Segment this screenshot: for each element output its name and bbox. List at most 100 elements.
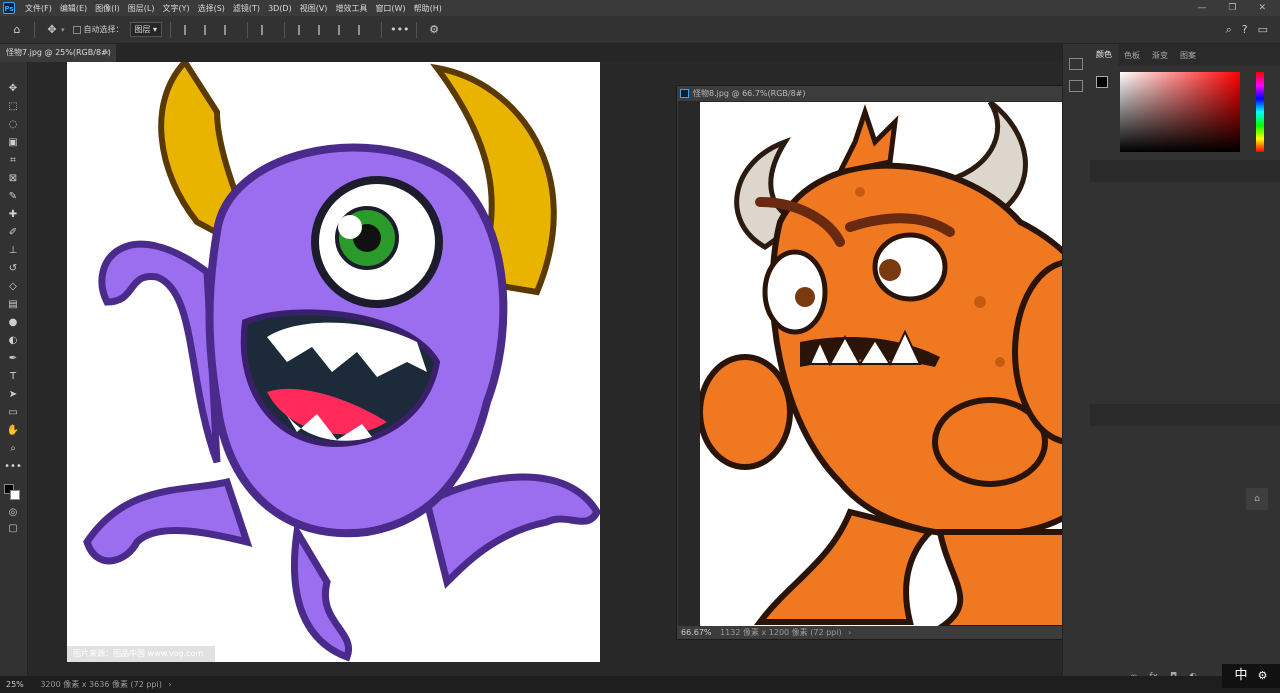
stamp-tool-icon[interactable]: ⊥: [4, 244, 22, 258]
menu-layer[interactable]: 图层(L): [124, 3, 159, 14]
tools-panel: ✥ ⬚ ◌ ▣ ⌗ ⊠ ✎ ✚ ✐ ⊥ ↺ ◇ ▤ ● ◐ ✒ T ➤ ▭ ✋ …: [0, 62, 28, 676]
screen-mode-icon[interactable]: ▢: [4, 522, 22, 536]
document-tab[interactable]: 怪物7.jpg @ 25%(RGB/8#) ×: [0, 44, 116, 62]
divider: [416, 21, 418, 38]
type-tool-icon[interactable]: T: [4, 370, 22, 384]
tab-patterns[interactable]: 图案: [1174, 50, 1202, 61]
hand-tool-icon[interactable]: ✋: [4, 424, 22, 438]
path-select-icon[interactable]: ➤: [4, 388, 22, 402]
move-tool-icon[interactable]: ✥: [4, 82, 22, 96]
align-center-icon[interactable]: [204, 24, 214, 35]
help-icon[interactable]: ?: [1242, 23, 1248, 37]
ime-indicator[interactable]: 中 ⚙: [1222, 664, 1280, 688]
spot: [855, 187, 865, 197]
object-select-tool-icon[interactable]: ▣: [4, 136, 22, 150]
background-color-swatch[interactable]: [10, 490, 20, 500]
history-panel-icon[interactable]: [1069, 58, 1083, 70]
menu-3d[interactable]: 3D(D): [264, 4, 296, 13]
document-canvas-1[interactable]: 图片来源：图品中国 www.vog.com: [67, 62, 600, 662]
close-tab-icon[interactable]: ×: [103, 44, 110, 62]
tab-swatches[interactable]: 色板: [1118, 50, 1146, 61]
hue-slider[interactable]: [1256, 72, 1264, 152]
lock-icon[interactable]: ⌂: [1246, 488, 1268, 510]
document-info: 3200 像素 x 3636 像素 (72 ppi): [40, 680, 162, 689]
divider: [381, 21, 383, 38]
more-tools-icon[interactable]: •••: [4, 460, 22, 474]
history-brush-icon[interactable]: ↺: [4, 262, 22, 276]
close-icon[interactable]: ✕: [1258, 3, 1266, 13]
marquee-tool-icon[interactable]: ⬚: [4, 100, 22, 114]
zoom-level[interactable]: 66.67%: [681, 628, 712, 637]
auto-select-value: 图层: [134, 25, 151, 34]
move-tool-icon[interactable]: ✥: [43, 23, 61, 36]
gear-icon[interactable]: ⚙: [1258, 669, 1268, 682]
frame-tool-icon[interactable]: ⊠: [4, 172, 22, 186]
menu-image[interactable]: 图像(I): [91, 3, 124, 14]
home-icon[interactable]: ⌂: [8, 23, 26, 36]
foreground-color-swatch[interactable]: [1096, 76, 1108, 88]
chevron-right-icon[interactable]: ›: [168, 680, 171, 689]
minimize-icon[interactable]: —: [1197, 3, 1206, 13]
color-field[interactable]: [1120, 72, 1240, 152]
chevron-right-icon[interactable]: ›: [848, 628, 851, 637]
divider: [170, 21, 172, 38]
dodge-tool-icon[interactable]: ◐: [4, 334, 22, 348]
search-icon[interactable]: ⌕: [1226, 23, 1232, 37]
restore-icon[interactable]: ❐: [1228, 3, 1236, 13]
healing-brush-icon[interactable]: ✚: [4, 208, 22, 222]
document-info: 1132 像素 x 1200 像素 (72 ppi): [720, 628, 842, 637]
lasso-tool-icon[interactable]: ◌: [4, 118, 22, 132]
eyedropper-tool-icon[interactable]: ✎: [4, 190, 22, 204]
menu-help[interactable]: 帮助(H): [410, 3, 446, 14]
auto-select-checkbox[interactable]: [72, 25, 81, 34]
more-options-icon[interactable]: •••: [390, 23, 409, 36]
document-tab-title: 怪物7.jpg @ 25%(RGB/8#): [6, 48, 111, 57]
zoom-level[interactable]: 25%: [6, 680, 24, 689]
tab-color[interactable]: 颜色: [1090, 44, 1118, 66]
head-spikes: [835, 104, 899, 176]
zoom-tool-icon[interactable]: ⌕: [4, 442, 22, 456]
rectangle-tool-icon[interactable]: ▭: [4, 406, 22, 420]
menu-filter[interactable]: 滤镜(T): [229, 3, 264, 14]
window-title: 怪物8.jpg @ 66.7%(RGB/8#): [693, 89, 806, 98]
align-top-icon[interactable]: [298, 24, 308, 35]
status-bar: 25% 3200 像素 x 3636 像素 (72 ppi) ›: [0, 676, 1280, 693]
left-fist: [700, 354, 793, 470]
brush-tool-icon[interactable]: ✐: [4, 226, 22, 240]
menu-view[interactable]: 视图(V): [296, 3, 332, 14]
gradient-tool-icon[interactable]: ▤: [4, 298, 22, 312]
panel-dock-strip: [1062, 44, 1090, 676]
gear-icon[interactable]: ⚙: [425, 23, 443, 36]
menu-plugins[interactable]: 增效工具: [331, 3, 371, 14]
align-left-icon[interactable]: [184, 24, 194, 35]
right-pupil: [879, 259, 901, 281]
distribute-vertical-icon[interactable]: [358, 24, 368, 35]
right-panels: 颜色 色板 渐变 图案 ⌂ ∞ fx ◘ ◐: [1090, 44, 1280, 682]
auto-select-label: 自动选择：: [83, 25, 124, 34]
ime-mode: 中: [1234, 668, 1248, 683]
auto-select-dropdown[interactable]: 图层 ▾: [129, 22, 163, 37]
chevron-down-icon[interactable]: ▾: [61, 26, 65, 34]
menu-select[interactable]: 选择(S): [194, 3, 229, 14]
spot: [974, 296, 986, 308]
menu-type[interactable]: 文字(Y): [158, 3, 193, 14]
menu-edit[interactable]: 编辑(E): [56, 3, 91, 14]
align-bottom-icon[interactable]: [338, 24, 348, 35]
tentacle-left-top: [98, 240, 221, 464]
spot: [995, 357, 1005, 367]
eraser-tool-icon[interactable]: ◇: [4, 280, 22, 294]
workspace-icon[interactable]: ▭: [1258, 23, 1268, 37]
blur-tool-icon[interactable]: ●: [4, 316, 22, 330]
tentacle-right: [422, 473, 600, 589]
pen-tool-icon[interactable]: ✒: [4, 352, 22, 366]
menu-window[interactable]: 窗口(W): [371, 3, 409, 14]
align-middle-icon[interactable]: [318, 24, 328, 35]
distribute-icon[interactable]: [261, 24, 271, 35]
properties-panel-icon[interactable]: [1069, 80, 1083, 92]
quick-mask-icon[interactable]: ◎: [4, 506, 22, 520]
align-right-icon[interactable]: [224, 24, 234, 35]
left-eye: [762, 249, 828, 335]
tab-gradients[interactable]: 渐变: [1146, 50, 1174, 61]
menu-file[interactable]: 文件(F): [21, 3, 56, 14]
crop-tool-icon[interactable]: ⌗: [4, 154, 22, 168]
